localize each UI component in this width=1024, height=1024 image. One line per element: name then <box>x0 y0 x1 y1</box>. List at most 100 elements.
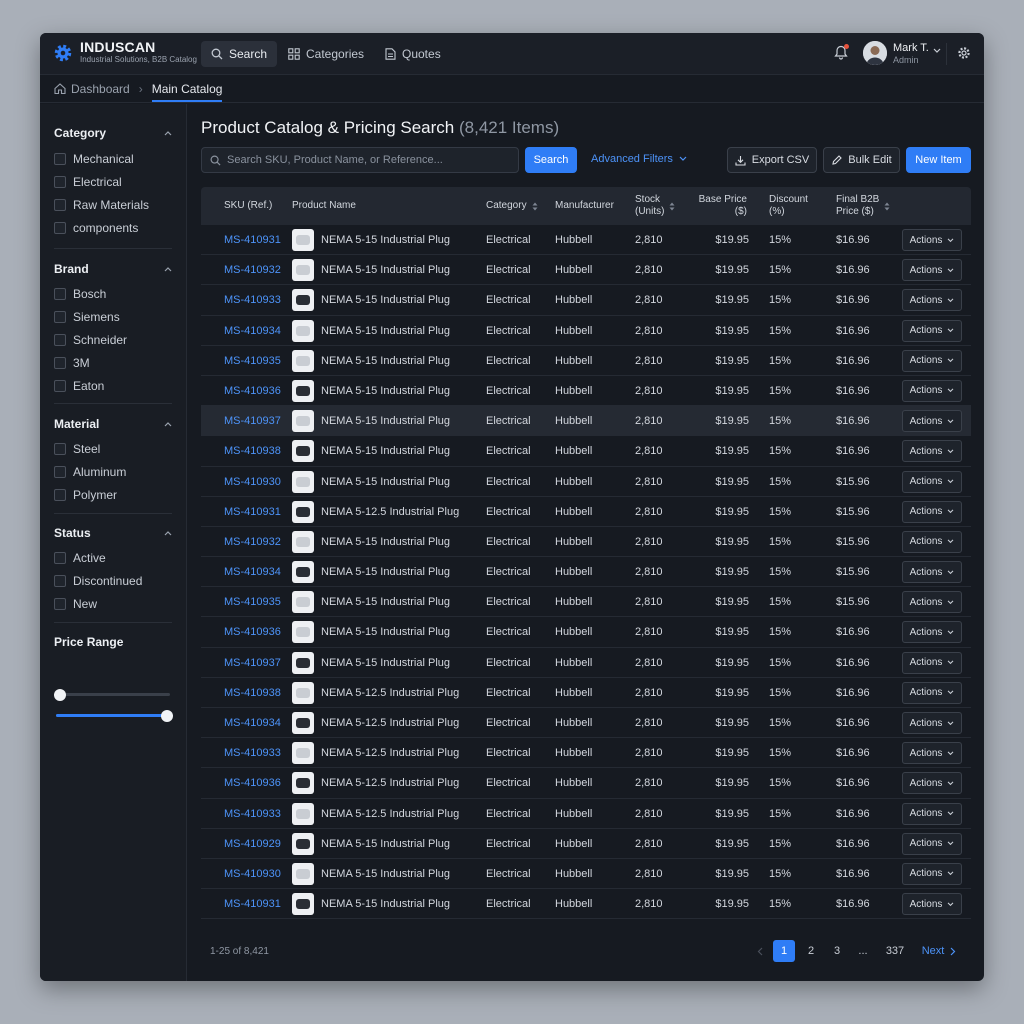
table-row[interactable]: MS-410936 NEMA 5-12.5 Industrial Plug Elec… <box>201 768 971 799</box>
chevron-up-icon[interactable] <box>164 266 172 272</box>
checkbox[interactable] <box>54 221 66 234</box>
row-actions-button[interactable]: Actions <box>902 470 962 493</box>
breadcrumb-main-catalog[interactable]: Main Catalog <box>151 82 223 102</box>
column-header-sku[interactable]: SKU (Ref.) <box>224 187 272 225</box>
table-row[interactable]: MS-410934 NEMA 5-15 Industrial Plug Electr… <box>201 316 971 346</box>
sort-icon[interactable] <box>669 202 675 211</box>
sku-link[interactable]: MS-410930 <box>224 859 281 889</box>
sku-link[interactable]: MS-410933 <box>224 285 281 315</box>
notifications-button[interactable] <box>834 44 849 65</box>
sku-link[interactable]: MS-410934 <box>224 557 281 587</box>
row-actions-button[interactable]: Actions <box>902 893 962 916</box>
brand[interactable]: INDUSCAN Industrial Solutions, B2B Catal… <box>52 40 197 65</box>
price-slider-track[interactable] <box>56 693 170 696</box>
nav-search[interactable]: Search <box>201 41 278 67</box>
filter-option-3m[interactable]: 3M <box>54 351 172 374</box>
checkbox[interactable] <box>54 287 66 300</box>
nav-categories[interactable]: Categories <box>278 41 374 67</box>
filter-option-steel[interactable]: Steel <box>54 437 172 460</box>
sku-link[interactable]: MS-410929 <box>224 829 281 859</box>
filter-header-category[interactable]: Category <box>54 125 172 141</box>
checkbox[interactable] <box>54 356 66 369</box>
filter-option-electrical[interactable]: Electrical <box>54 170 172 193</box>
row-actions-button[interactable]: Actions <box>902 772 962 795</box>
table-row[interactable]: MS-410932 NEMA 5-15 Industrial Plug Electr… <box>201 527 971 558</box>
filter-option-aluminum[interactable]: Aluminum <box>54 460 172 483</box>
sku-link[interactable]: MS-410931 <box>224 889 281 919</box>
row-actions-button[interactable]: Actions <box>902 440 962 463</box>
sku-link[interactable]: MS-410932 <box>224 255 281 285</box>
sku-link[interactable]: MS-410932 <box>224 527 281 557</box>
table-row[interactable]: MS-410929 NEMA 5-15 Industrial Plug Electr… <box>201 829 971 859</box>
sku-link[interactable]: MS-410937 <box>224 406 281 436</box>
table-row[interactable]: MS-410938 NEMA 5-12.5 Industrial Plug Elec… <box>201 678 971 708</box>
page-3-button[interactable]: 3 <box>826 940 848 962</box>
price-slider-max-handle[interactable] <box>161 710 173 722</box>
table-row[interactable]: MS-410933 NEMA 5-15 Industrial Plug Electr… <box>201 285 971 316</box>
catalog-search-box[interactable] <box>201 147 519 173</box>
filter-option-components[interactable]: components <box>54 216 172 239</box>
checkbox[interactable] <box>54 379 66 392</box>
sku-link[interactable]: MS-410931 <box>224 497 281 527</box>
row-actions-button[interactable]: Actions <box>902 530 962 553</box>
sku-link[interactable]: MS-410936 <box>224 617 281 647</box>
table-row[interactable]: MS-410930 NEMA 5-15 Industrial Plug Electr… <box>201 859 971 890</box>
row-actions-button[interactable]: Actions <box>902 349 962 372</box>
row-actions-button[interactable]: Actions <box>902 651 962 674</box>
table-row[interactable]: MS-410936 NEMA 5-15 Industrial Plug Electr… <box>201 376 971 407</box>
chevron-up-icon[interactable] <box>164 421 172 427</box>
filter-option-eaton[interactable]: Eaton <box>54 374 172 397</box>
checkbox[interactable] <box>54 175 66 188</box>
row-actions-button[interactable]: Actions <box>902 742 962 765</box>
filter-option-siemens[interactable]: Siemens <box>54 305 172 328</box>
column-header-discount[interactable]: Discount (%) <box>769 187 808 225</box>
row-actions-button[interactable]: Actions <box>902 621 962 644</box>
filter-header-material[interactable]: Material <box>54 416 172 432</box>
checkbox[interactable] <box>54 488 66 501</box>
row-actions-button[interactable]: Actions <box>902 681 962 704</box>
table-row[interactable]: MS-410931 NEMA 5-12.5 Industrial Plug Elec… <box>201 497 971 527</box>
checkbox[interactable] <box>54 465 66 478</box>
column-header-base-price[interactable]: Base Price ($) <box>698 187 747 225</box>
column-header-manufacturer[interactable]: Manufacturer <box>555 187 614 225</box>
filter-option-mechanical[interactable]: Mechanical <box>54 147 172 170</box>
table-row[interactable]: MS-410937 NEMA 5-15 Industrial Plug Electr… <box>201 406 971 437</box>
page-337-button[interactable]: 337 <box>880 940 910 962</box>
row-actions-button[interactable]: Actions <box>902 259 962 282</box>
table-row[interactable]: MS-410930 NEMA 5-15 Industrial Plug Electr… <box>201 467 971 497</box>
filter-option-raw-materials[interactable]: Raw Materials <box>54 193 172 216</box>
row-actions-button[interactable]: Actions <box>902 561 962 584</box>
table-row[interactable]: MS-410938 NEMA 5-15 Industrial Plug Electr… <box>201 436 971 467</box>
row-actions-button[interactable]: Actions <box>902 379 962 402</box>
row-actions-button[interactable]: Actions <box>902 289 962 312</box>
checkbox[interactable] <box>54 198 66 211</box>
nav-quotes[interactable]: Quotes <box>375 41 451 67</box>
row-actions-button[interactable]: Actions <box>902 862 962 885</box>
table-row[interactable]: MS-410935 NEMA 5-15 Industrial Plug Electr… <box>201 587 971 618</box>
checkbox[interactable] <box>54 333 66 346</box>
chevron-left-icon[interactable] <box>757 947 763 956</box>
page-2-button[interactable]: 2 <box>800 940 822 962</box>
checkbox[interactable] <box>54 310 66 323</box>
checkbox[interactable] <box>54 442 66 455</box>
checkbox[interactable] <box>54 551 66 564</box>
column-header-final-price[interactable]: Final B2B Price ($) <box>836 187 890 225</box>
filter-option-schneider[interactable]: Schneider <box>54 328 172 351</box>
row-actions-button[interactable]: Actions <box>902 712 962 734</box>
checkbox[interactable] <box>54 574 66 587</box>
sku-link[interactable]: MS-410935 <box>224 587 281 617</box>
avatar[interactable] <box>863 41 887 65</box>
table-row[interactable]: MS-410933 NEMA 5-12.5 Industrial Plug Elec… <box>201 799 971 829</box>
sku-link[interactable]: MS-410933 <box>224 799 281 829</box>
row-actions-button[interactable]: Actions <box>902 591 962 614</box>
page-1-button[interactable]: 1 <box>773 940 795 962</box>
sku-link[interactable]: MS-410935 <box>224 346 281 376</box>
price-slider-min-handle[interactable] <box>54 689 66 701</box>
chevron-up-icon[interactable] <box>164 530 172 536</box>
table-row[interactable]: MS-410935 NEMA 5-15 Industrial Plug Electr… <box>201 346 971 376</box>
sort-icon[interactable] <box>884 202 890 211</box>
settings-gear-icon[interactable] <box>957 46 971 60</box>
sort-icon[interactable] <box>532 202 538 211</box>
filter-option-discontinued[interactable]: Discontinued <box>54 569 172 592</box>
filter-option-active[interactable]: Active <box>54 546 172 569</box>
